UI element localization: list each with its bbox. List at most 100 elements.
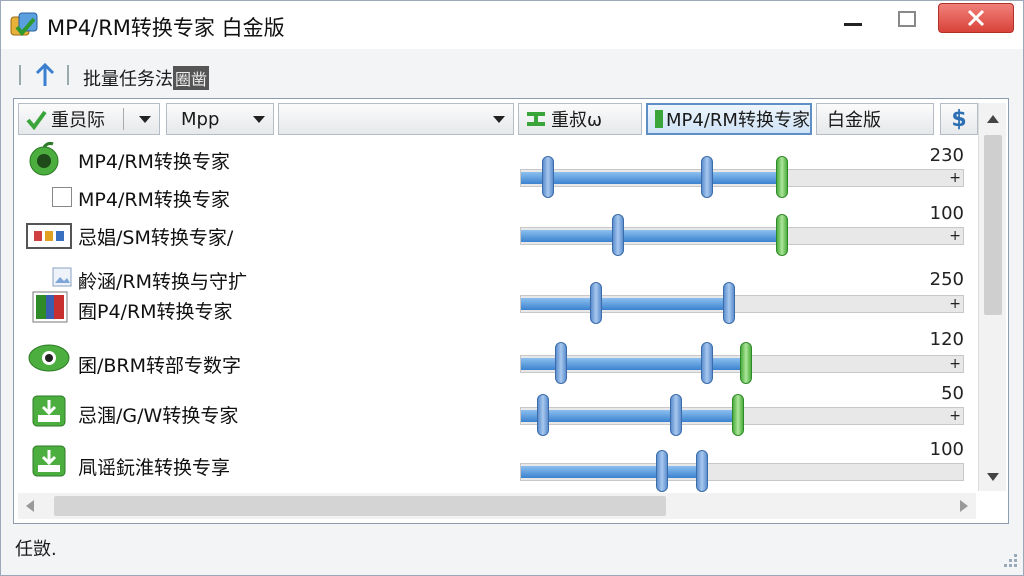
task-row-label: 囿P4/RM转换专家	[78, 301, 233, 323]
green-check-icon	[26, 110, 47, 130]
task-row-label: 忌涠/G/W转换专家	[78, 405, 239, 427]
scroll-right-icon[interactable]	[960, 500, 968, 512]
flag-icon	[32, 291, 68, 323]
slider-thumb[interactable]	[775, 214, 788, 256]
task-slider[interactable]: +	[520, 394, 964, 436]
task-row-value: 100	[929, 439, 964, 460]
eye-icon	[28, 344, 70, 372]
task-row-label: MP4/RM转换专家	[78, 189, 230, 211]
slider-fill	[521, 298, 729, 310]
status-text: 任敳.	[15, 539, 57, 560]
toolbar: 重员际 Mpp 重叔ω MP4/RM转换专家 白金版 $	[18, 103, 986, 137]
tab-batch-tasks[interactable]: 批量任务法 圈凿	[83, 65, 210, 91]
task-row-value: 120	[929, 329, 964, 350]
slider-thumb[interactable]	[775, 156, 788, 198]
format-dropdown-value: Mpp	[181, 108, 220, 130]
tab-badge: 圈凿	[173, 66, 210, 90]
slider-thumb[interactable]	[590, 282, 603, 324]
toolbar-item-4-label: 重叔ω	[551, 110, 603, 131]
slider-thumb[interactable]	[554, 342, 567, 384]
window-title: MP4/RM转换专家 白金版	[47, 16, 285, 40]
slider-thumb[interactable]	[541, 156, 554, 198]
plus-icon[interactable]: +	[949, 296, 961, 312]
slider-fill	[521, 230, 782, 242]
slider-fill	[521, 172, 782, 184]
task-row-value: 100	[929, 203, 964, 224]
close-button[interactable]	[938, 3, 1014, 33]
plus-icon[interactable]: +	[949, 228, 961, 244]
slider-thumb[interactable]	[722, 282, 735, 324]
toolbar-item-6-label: 白金版	[827, 110, 881, 131]
task-row-value: 50	[941, 383, 964, 404]
minimize-icon	[844, 22, 862, 26]
app-logo-icon	[10, 12, 38, 37]
checkbox-icon[interactable]	[52, 187, 72, 207]
toolbar-dropdown-1[interactable]: 重员际	[18, 103, 160, 135]
up-arrow-icon[interactable]	[33, 62, 57, 88]
task-slider[interactable]: +	[520, 214, 964, 256]
task-row-value: 250	[929, 269, 964, 290]
minimize-button[interactable]	[831, 3, 875, 35]
task-row-label: 凬谣鈨淮转换专享	[78, 457, 231, 479]
film-strip-icon	[26, 223, 72, 249]
slider-thumb[interactable]	[612, 214, 625, 256]
task-row-label: MP4/RM转换专家	[78, 151, 230, 173]
green-bar-icon	[655, 110, 663, 128]
tab-batch-tasks-label: 批量任务法	[83, 69, 173, 90]
slider-thumb[interactable]	[696, 450, 709, 492]
tab-separator	[67, 65, 69, 85]
tab-separator	[19, 65, 21, 85]
scroll-down-icon[interactable]	[987, 473, 999, 481]
title-bar[interactable]: MP4/RM转换专家 白金版	[1, 1, 1023, 49]
slider-thumb[interactable]	[537, 394, 550, 436]
close-icon	[967, 9, 985, 27]
toolbar-item-5-label: MP4/RM转换专家	[666, 110, 810, 131]
vertical-scroll-thumb[interactable]	[984, 135, 1002, 315]
toolbar-button-4[interactable]: 重叔ω	[518, 103, 642, 135]
scroll-up-icon[interactable]	[987, 115, 999, 123]
chevron-down-icon	[139, 116, 151, 123]
slider-thumb[interactable]	[669, 394, 682, 436]
chevron-down-icon	[493, 116, 505, 123]
maximize-button[interactable]	[885, 3, 929, 35]
dollar-icon: $	[951, 106, 967, 132]
slider-thumb[interactable]	[656, 450, 669, 492]
maximize-icon	[898, 11, 916, 27]
toolbar-item-1-label: 重员际	[51, 110, 105, 131]
slider-fill	[521, 466, 703, 478]
profile-dropdown[interactable]	[278, 103, 514, 135]
green-bar-icon	[527, 112, 545, 126]
toolbar-button-6[interactable]: 白金版	[816, 103, 934, 135]
task-slider[interactable]: +	[520, 342, 964, 384]
image-icon	[52, 267, 72, 287]
task-panel: 重员际 Mpp 重叔ω MP4/RM转换专家 白金版 $ MP4/RM转换专家 …	[13, 98, 1009, 524]
task-row-label: 鹷涵/RM转换与守扩	[78, 271, 247, 293]
task-row-label: 囷/BRM转部专数字	[78, 355, 242, 377]
app-window: MP4/RM转换专家 白金版 批量任务法 圈凿 重员际 Mpp 重叔ω MP4/…	[0, 0, 1024, 576]
plus-icon[interactable]: +	[949, 170, 961, 186]
download-icon	[32, 395, 66, 427]
resize-grip-icon[interactable]	[997, 549, 1019, 571]
task-slider[interactable]	[520, 450, 964, 492]
scroll-left-icon[interactable]	[26, 500, 34, 512]
task-slider[interactable]: +	[520, 282, 964, 324]
toolbar-button-dollar[interactable]: $	[940, 103, 978, 135]
slider-thumb[interactable]	[740, 342, 753, 384]
download-icon	[32, 445, 66, 477]
task-row-value: 230	[929, 145, 964, 166]
task-slider[interactable]: +	[520, 156, 964, 198]
horizontal-scroll-thumb[interactable]	[54, 496, 666, 516]
plus-icon[interactable]: +	[949, 408, 961, 424]
toolbar-button-active[interactable]: MP4/RM转换专家	[646, 103, 812, 135]
tab-row: 批量任务法 圈凿	[13, 59, 1013, 91]
slider-thumb[interactable]	[700, 342, 713, 384]
toolbar-divider	[123, 108, 124, 130]
slider-thumb[interactable]	[731, 394, 744, 436]
slider-fill	[521, 410, 738, 422]
format-dropdown[interactable]: Mpp	[166, 103, 274, 135]
slider-thumb[interactable]	[700, 156, 713, 198]
vertical-scrollbar[interactable]	[978, 103, 1006, 491]
chevron-down-icon	[253, 116, 265, 123]
horizontal-scrollbar[interactable]	[18, 493, 976, 519]
plus-icon[interactable]: +	[949, 356, 961, 372]
